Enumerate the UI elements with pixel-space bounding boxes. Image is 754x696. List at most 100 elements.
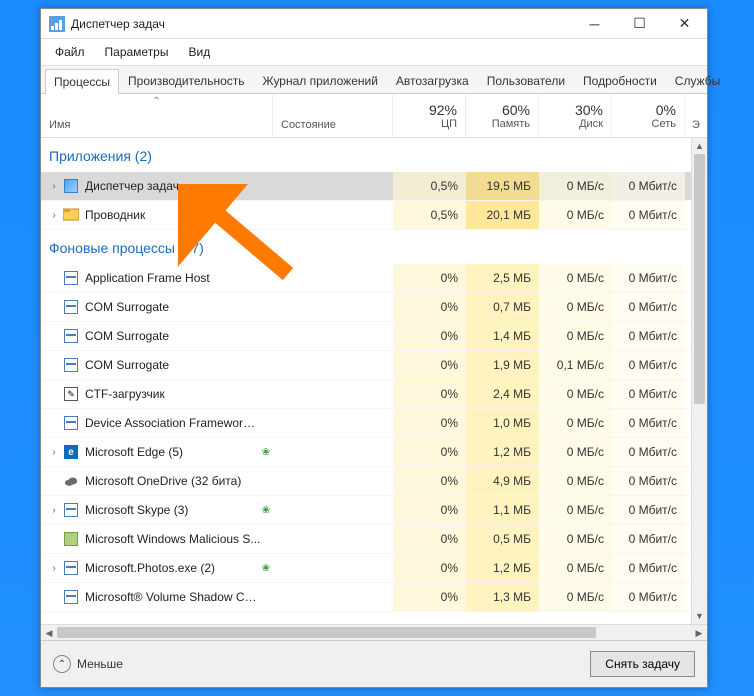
close-button[interactable]: ✕	[662, 9, 707, 38]
titlebar[interactable]: Диспетчер задач ─ ☐ ✕	[41, 9, 707, 39]
cell-memory: 2,5 МБ	[466, 264, 539, 292]
scroll-h-track[interactable]	[57, 625, 691, 640]
process-icon	[63, 328, 79, 344]
cell-name: COM Surrogate	[41, 357, 273, 373]
cell-memory: 1,1 МБ	[466, 496, 539, 524]
window-controls: ─ ☐ ✕	[572, 9, 707, 38]
cell-disk: 0 МБ/с	[539, 380, 612, 408]
process-icon	[63, 502, 79, 518]
expand-chevron-icon[interactable]: ›	[47, 563, 61, 574]
end-task-button[interactable]: Снять задачу	[590, 651, 695, 677]
cell-disk: 0 МБ/с	[539, 438, 612, 466]
expand-chevron-icon[interactable]: ›	[47, 210, 61, 221]
col-header-memory[interactable]: 60% Память	[466, 94, 539, 137]
process-icon	[63, 589, 79, 605]
cpu-usage-total: 92%	[429, 102, 457, 118]
col-header-cpu[interactable]: 92% ЦП	[393, 94, 466, 137]
process-name: COM Surrogate	[85, 300, 261, 314]
tab-services[interactable]: Службы	[666, 68, 729, 93]
process-row[interactable]: COM Surrogate0%1,4 МБ0 МБ/с0 Мбит/с	[41, 322, 691, 351]
cell-network: 0 Мбит/с	[612, 496, 685, 524]
cell-cpu: 0%	[393, 467, 466, 495]
menu-file[interactable]: Файл	[45, 41, 95, 63]
tab-startup[interactable]: Автозагрузка	[387, 68, 478, 93]
tab-users[interactable]: Пользователи	[478, 68, 574, 93]
process-row[interactable]: ›eMicrosoft Edge (5)❀0%1,2 МБ0 МБ/с0 Мби…	[41, 438, 691, 467]
scroll-right-icon[interactable]: ▶	[691, 625, 707, 641]
cell-disk: 0 МБ/с	[539, 583, 612, 611]
menu-options[interactable]: Параметры	[95, 41, 179, 63]
process-row[interactable]: ›Проводник0,5%20,1 МБ0 МБ/с0 Мбит/с	[41, 201, 691, 230]
process-name: COM Surrogate	[85, 329, 261, 343]
leaf-icon: ❀	[261, 505, 271, 516]
cell-name: ›Проводник	[41, 207, 273, 223]
cell-network: 0 Мбит/с	[612, 554, 685, 582]
process-name: CTF-загрузчик	[85, 387, 261, 401]
process-row[interactable]: ›Microsoft.Photos.exe (2)❀0%1,2 МБ0 МБ/с…	[41, 554, 691, 583]
process-row[interactable]: Microsoft® Volume Shadow Co...0%1,3 МБ0 …	[41, 583, 691, 612]
horizontal-scrollbar[interactable]: ◀ ▶	[41, 624, 707, 640]
process-icon	[63, 473, 79, 489]
cell-memory: 1,3 МБ	[466, 583, 539, 611]
tab-details[interactable]: Подробности	[574, 68, 666, 93]
scroll-left-icon[interactable]: ◀	[41, 625, 57, 641]
cell-name: Microsoft® Volume Shadow Co...	[41, 589, 273, 605]
cell-name: Microsoft Windows Malicious S...	[41, 531, 273, 547]
tab-performance[interactable]: Производительность	[119, 68, 253, 93]
expand-chevron-icon[interactable]: ›	[47, 505, 61, 516]
col-header-network[interactable]: 0% Сеть	[612, 94, 685, 137]
col-header-disk[interactable]: 30% Диск	[539, 94, 612, 137]
process-name: COM Surrogate	[85, 358, 261, 372]
minimize-button[interactable]: ─	[572, 9, 617, 38]
cell-memory: 1,0 МБ	[466, 409, 539, 437]
expand-chevron-icon[interactable]: ›	[47, 181, 61, 192]
process-row[interactable]: Microsoft Windows Malicious S...0%0,5 МБ…	[41, 525, 691, 554]
process-row[interactable]: Application Frame Host0%2,5 МБ0 МБ/с0 Мб…	[41, 264, 691, 293]
cell-name: COM Surrogate	[41, 299, 273, 315]
scroll-thumb[interactable]	[694, 154, 705, 404]
maximize-button[interactable]: ☐	[617, 9, 662, 38]
expand-chevron-icon[interactable]: ›	[47, 447, 61, 458]
cell-cpu: 0%	[393, 351, 466, 379]
col-header-name[interactable]: ⌃ Имя	[41, 94, 273, 137]
tab-app-history[interactable]: Журнал приложений	[254, 68, 387, 93]
cell-disk: 0,1 МБ/с	[539, 351, 612, 379]
disk-usage-total: 30%	[575, 102, 603, 118]
tab-processes[interactable]: Процессы	[45, 69, 119, 94]
process-row[interactable]: ›Microsoft Skype (3)❀0%1,1 МБ0 МБ/с0 Мби…	[41, 496, 691, 525]
process-list[interactable]: ▲ ▼ Приложения (2)›Диспетчер задач0,5%19…	[41, 138, 707, 624]
cell-disk: 0 МБ/с	[539, 264, 612, 292]
process-icon: e	[63, 444, 79, 460]
col-header-state[interactable]: Состояние	[273, 94, 393, 137]
process-name: Application Frame Host	[85, 271, 261, 285]
scroll-down-icon[interactable]: ▼	[692, 608, 707, 624]
vertical-scrollbar[interactable]: ▲ ▼	[691, 138, 707, 624]
menu-view[interactable]: Вид	[178, 41, 220, 63]
cell-network: 0 Мбит/с	[612, 322, 685, 350]
process-row[interactable]: ✎CTF-загрузчик0%2,4 МБ0 МБ/с0 Мбит/с	[41, 380, 691, 409]
cell-cpu: 0%	[393, 438, 466, 466]
process-icon	[63, 560, 79, 576]
group-apps: Приложения (2)	[41, 138, 691, 172]
cell-network: 0 Мбит/с	[612, 351, 685, 379]
process-icon	[63, 178, 79, 194]
app-icon	[49, 16, 65, 32]
process-row[interactable]: Microsoft OneDrive (32 бита)0%4,9 МБ0 МБ…	[41, 467, 691, 496]
process-row[interactable]: Device Association Framework ...0%1,0 МБ…	[41, 409, 691, 438]
col-header-memory-label: Память	[492, 118, 530, 130]
task-manager-window: Диспетчер задач ─ ☐ ✕ Файл Параметры Вид…	[40, 8, 708, 688]
process-icon	[63, 357, 79, 373]
process-row[interactable]: COM Surrogate0%0,7 МБ0 МБ/с0 Мбит/с	[41, 293, 691, 322]
scroll-h-thumb[interactable]	[57, 627, 596, 638]
scroll-track[interactable]	[692, 154, 707, 608]
scroll-up-icon[interactable]: ▲	[692, 138, 707, 154]
cell-memory: 2,4 МБ	[466, 380, 539, 408]
fewer-details-button[interactable]: ⌃ Меньше	[53, 655, 123, 673]
cell-cpu: 0%	[393, 496, 466, 524]
cell-network: 0 Мбит/с	[612, 525, 685, 553]
process-row[interactable]: ›Диспетчер задач0,5%19,5 МБ0 МБ/с0 Мбит/…	[41, 172, 691, 201]
col-header-state-label: Состояние	[281, 119, 336, 131]
col-header-extra[interactable]: Э	[685, 94, 707, 137]
col-header-cpu-label: ЦП	[441, 118, 457, 130]
process-row[interactable]: COM Surrogate0%1,9 МБ0,1 МБ/с0 Мбит/с	[41, 351, 691, 380]
